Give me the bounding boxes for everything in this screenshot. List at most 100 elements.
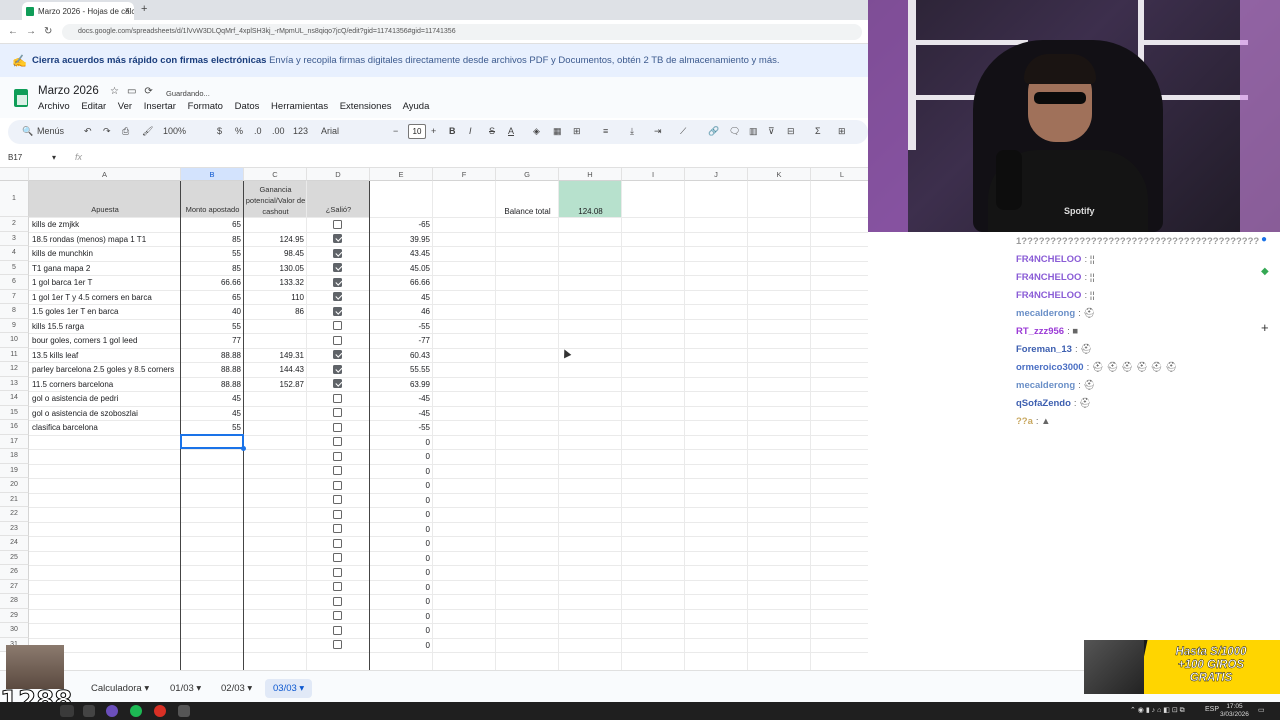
cell-balance[interactable]: 45.05: [370, 264, 430, 273]
keyboard-language[interactable]: ESP: [1205, 706, 1219, 713]
row-header[interactable]: 1: [0, 181, 29, 217]
system-clock[interactable]: 17:05 3/03/2026: [1220, 703, 1249, 719]
row-header[interactable]: 13: [0, 376, 29, 391]
cell-apuesta[interactable]: gol o asistencia de szoboszlai: [32, 409, 180, 418]
menu-ver[interactable]: Ver: [118, 101, 132, 112]
zoom-select[interactable]: 100%: [163, 126, 186, 136]
print-icon[interactable]: ⎙: [122, 126, 129, 137]
cell-apuesta[interactable]: kills 15.5 rarga: [32, 322, 180, 331]
row-header[interactable]: 7: [0, 289, 29, 304]
cell-balance[interactable]: -55: [370, 322, 430, 331]
cell-balance[interactable]: 43.45: [370, 249, 430, 258]
spotify-icon[interactable]: [130, 705, 142, 717]
sheet-tab-calculadora[interactable]: Calculadora ▾: [91, 683, 149, 694]
salio-checkbox[interactable]: [333, 538, 342, 548]
cell-apuesta[interactable]: gol o asistencia de pedri: [32, 394, 180, 403]
increase-decimal-button[interactable]: .00: [272, 126, 285, 136]
close-tab-icon[interactable]: ×: [125, 5, 130, 15]
back-icon[interactable]: ←: [8, 26, 18, 37]
cell-balance[interactable]: 0: [370, 626, 430, 635]
cell-balance[interactable]: 63.99: [370, 380, 430, 389]
cell-balance[interactable]: 0: [370, 612, 430, 621]
salio-checkbox[interactable]: [333, 364, 342, 374]
salio-checkbox[interactable]: [333, 625, 342, 635]
cell-balance[interactable]: 55.55: [370, 365, 430, 374]
salio-checkbox[interactable]: [333, 437, 342, 446]
cell-balance[interactable]: 0: [370, 583, 430, 592]
sheet-tab-0203[interactable]: 02/03 ▾: [221, 683, 252, 694]
percent-format-button[interactable]: %: [235, 126, 243, 136]
insert-link-icon[interactable]: 🔗: [708, 126, 719, 137]
menu-formato[interactable]: Formato: [188, 101, 223, 112]
header-apuesta[interactable]: Apuesta: [29, 181, 181, 217]
column-header-g[interactable]: G: [496, 168, 559, 181]
salio-checkbox[interactable]: [333, 393, 342, 403]
cell-balance[interactable]: 0: [370, 481, 430, 490]
menu-archivo[interactable]: Archivo: [38, 101, 70, 112]
menu-ayuda[interactable]: Ayuda: [403, 101, 430, 112]
row-header[interactable]: 16: [0, 420, 29, 435]
salio-checkbox[interactable]: [333, 596, 342, 606]
row-header[interactable]: 22: [0, 507, 29, 522]
column-header-b[interactable]: B: [181, 168, 244, 181]
cell-monto[interactable]: 65: [181, 220, 241, 229]
row-header[interactable]: 30: [0, 623, 29, 638]
cell-monto[interactable]: 45: [181, 394, 241, 403]
salio-checkbox[interactable]: [333, 379, 342, 388]
cell-balance[interactable]: 0: [370, 496, 430, 505]
row-header[interactable]: 19: [0, 463, 29, 478]
cell-monto[interactable]: 45: [181, 409, 241, 418]
menu-extensiones[interactable]: Extensiones: [340, 101, 392, 112]
salio-checkbox[interactable]: [333, 509, 342, 519]
salio-checkbox[interactable]: [333, 277, 342, 287]
cell-balance[interactable]: 0: [370, 452, 430, 461]
row-header[interactable]: 14: [0, 391, 29, 406]
spreadsheet-grid[interactable]: A B C D E F G H I J K L 1 Apuesta Monto apostado Gananc…: [0, 168, 868, 670]
text-rotation-icon[interactable]: ⟋: [680, 126, 686, 137]
cell-apuesta[interactable]: 13.5 kills leaf: [32, 351, 180, 360]
salio-checkbox[interactable]: [333, 234, 342, 243]
name-box-dropdown-icon[interactable]: ▾: [52, 153, 56, 162]
cell-apuesta[interactable]: kills de zmjkk: [32, 220, 180, 229]
column-header-l[interactable]: L: [811, 168, 868, 181]
forward-icon[interactable]: →: [26, 26, 36, 37]
header-monto[interactable]: Monto apostado: [181, 181, 244, 217]
cell-apuesta[interactable]: kills de munchkin: [32, 249, 180, 258]
sheets-logo-icon[interactable]: [14, 89, 28, 107]
cell-apuesta[interactable]: 1 gol barca 1er T: [32, 278, 180, 287]
url-input[interactable]: docs.google.com/spreadsheets/d/1lVvW3DLQ…: [62, 24, 862, 40]
column-header-d[interactable]: D: [307, 168, 370, 181]
balance-label[interactable]: Balance total: [496, 207, 559, 216]
row-header[interactable]: 29: [0, 608, 29, 623]
cell-ganancia[interactable]: 98.45: [244, 249, 304, 258]
salio-checkbox[interactable]: [333, 248, 342, 258]
app-icon[interactable]: [106, 705, 118, 717]
salio-checkbox[interactable]: [333, 306, 342, 316]
salio-checkbox[interactable]: [333, 567, 342, 577]
notifications-icon[interactable]: ▭: [1258, 706, 1265, 714]
row-header[interactable]: 8: [0, 304, 29, 319]
italic-button[interactable]: I: [469, 126, 472, 136]
font-size-input[interactable]: 10: [408, 124, 426, 139]
balance-value[interactable]: 124.08: [559, 181, 622, 217]
salio-checkbox[interactable]: [333, 611, 342, 620]
column-header-k[interactable]: K: [748, 168, 811, 181]
cell-balance[interactable]: 0: [370, 568, 430, 577]
cell-balance[interactable]: 0: [370, 641, 430, 650]
cell-monto[interactable]: 77: [181, 336, 241, 345]
cell-apuesta[interactable]: 11.5 corners barcelona: [32, 380, 180, 389]
cell-monto[interactable]: 40: [181, 307, 241, 316]
text-color-button[interactable]: A: [508, 126, 514, 136]
cell-monto[interactable]: 65: [181, 293, 241, 302]
strikethrough-button[interactable]: S: [489, 126, 495, 136]
cell-ganancia[interactable]: 133.32: [244, 278, 304, 287]
select-all-corner[interactable]: [0, 168, 29, 181]
browser-tab[interactable]: Marzo 2026 - Hojas de cálculo ×: [22, 2, 134, 20]
align-horizontal-icon[interactable]: ≡: [603, 126, 608, 136]
cell-ganancia[interactable]: 130.05: [244, 264, 304, 273]
salio-checkbox[interactable]: [333, 495, 342, 504]
row-header[interactable]: 23: [0, 521, 29, 536]
insert-chart-icon[interactable]: ▥: [749, 126, 758, 137]
salio-checkbox[interactable]: [333, 335, 342, 345]
font-select[interactable]: Arial: [321, 126, 339, 136]
